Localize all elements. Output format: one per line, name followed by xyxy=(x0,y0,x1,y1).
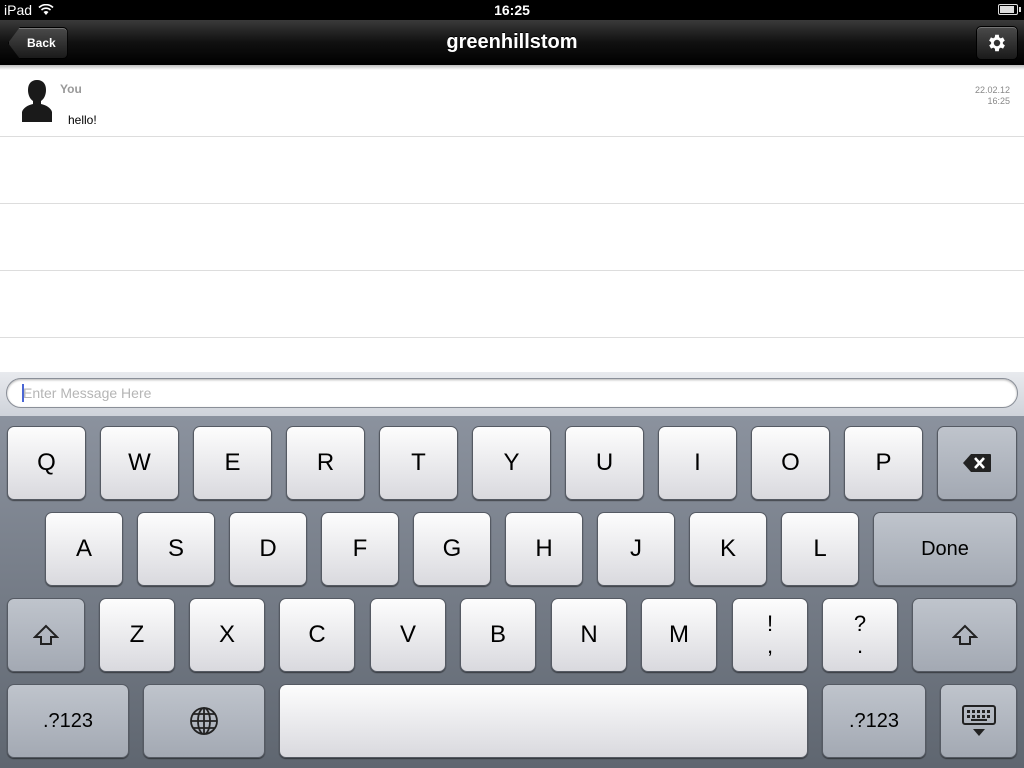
key-t[interactable]: T xyxy=(379,426,458,500)
key-a[interactable]: A xyxy=(45,512,123,586)
user-silhouette-icon xyxy=(22,78,52,127)
page-title: greenhillstom xyxy=(446,31,578,53)
key-u[interactable]: U xyxy=(565,426,644,500)
backspace-icon xyxy=(963,454,991,472)
shift-arrow-icon xyxy=(33,624,59,645)
key-s[interactable]: S xyxy=(137,512,215,586)
done-key[interactable]: Done xyxy=(873,512,1017,586)
numbers-key-left[interactable]: .?123 xyxy=(7,684,129,758)
key-x[interactable]: X xyxy=(189,598,265,672)
numbers-key-right[interactable]: .?123 xyxy=(822,684,926,758)
key-i[interactable]: I xyxy=(658,426,737,500)
hide-keyboard-key[interactable] xyxy=(940,684,1017,758)
key-e[interactable]: E xyxy=(193,426,272,500)
key-h[interactable]: H xyxy=(505,512,583,586)
key-q[interactable]: Q xyxy=(7,426,86,500)
key-exclaim-comma[interactable]: ! , xyxy=(732,598,808,672)
shift-key-right[interactable] xyxy=(912,598,1017,672)
empty-row xyxy=(0,137,1024,204)
message-date: 22.02.12 xyxy=(974,85,1010,95)
key-y[interactable]: Y xyxy=(472,426,551,500)
message-row[interactable]: You hello! 22.02.12 16:25 xyxy=(0,70,1024,137)
message-sender: You xyxy=(60,82,82,96)
key-n[interactable]: N xyxy=(551,598,627,672)
key-l[interactable]: L xyxy=(781,512,859,586)
space-key[interactable] xyxy=(279,684,808,758)
key-c[interactable]: C xyxy=(279,598,355,672)
key-p[interactable]: P xyxy=(844,426,923,500)
shift-arrow-icon xyxy=(951,624,978,645)
key-z[interactable]: Z xyxy=(99,598,175,672)
key-m[interactable]: M xyxy=(641,598,717,672)
back-button[interactable]: Back xyxy=(8,27,68,59)
backspace-key[interactable] xyxy=(937,426,1017,500)
text-caret xyxy=(22,384,24,402)
message-text: hello! xyxy=(68,113,97,127)
key-bottom-char: , xyxy=(766,633,774,658)
key-b[interactable]: B xyxy=(460,598,536,672)
key-j[interactable]: J xyxy=(597,512,675,586)
key-k[interactable]: K xyxy=(689,512,767,586)
keyboard-hide-icon xyxy=(961,705,996,736)
empty-row xyxy=(0,271,1024,338)
key-g[interactable]: G xyxy=(413,512,491,586)
key-w[interactable]: W xyxy=(100,426,179,500)
key-r[interactable]: R xyxy=(286,426,365,500)
globe-key[interactable] xyxy=(143,684,265,758)
message-list[interactable]: You hello! 22.02.12 16:25 xyxy=(0,70,1024,372)
message-input-bar xyxy=(0,372,1024,416)
settings-button[interactable] xyxy=(976,26,1018,60)
message-time: 16:25 xyxy=(987,96,1010,106)
key-f[interactable]: F xyxy=(321,512,399,586)
key-v[interactable]: V xyxy=(370,598,446,672)
key-d[interactable]: D xyxy=(229,512,307,586)
message-input[interactable] xyxy=(6,378,1018,408)
globe-icon xyxy=(190,707,218,735)
onscreen-keyboard: Q W E R T Y U I O P A S D F G H J K L Do… xyxy=(0,416,1024,768)
status-time: 16:25 xyxy=(494,2,530,18)
key-top-char: ! xyxy=(766,611,774,636)
navigation-bar: greenhillstom Back xyxy=(0,20,1024,65)
battery-icon xyxy=(998,4,1021,15)
status-bar: iPad 16:25 xyxy=(0,0,1024,20)
key-o[interactable]: O xyxy=(751,426,830,500)
shift-key-left[interactable] xyxy=(7,598,85,672)
key-top-char: ? xyxy=(853,611,867,636)
key-bottom-char: . xyxy=(856,633,864,658)
gear-icon xyxy=(989,34,1005,52)
empty-row xyxy=(0,204,1024,271)
key-question-period[interactable]: ? . xyxy=(822,598,898,672)
